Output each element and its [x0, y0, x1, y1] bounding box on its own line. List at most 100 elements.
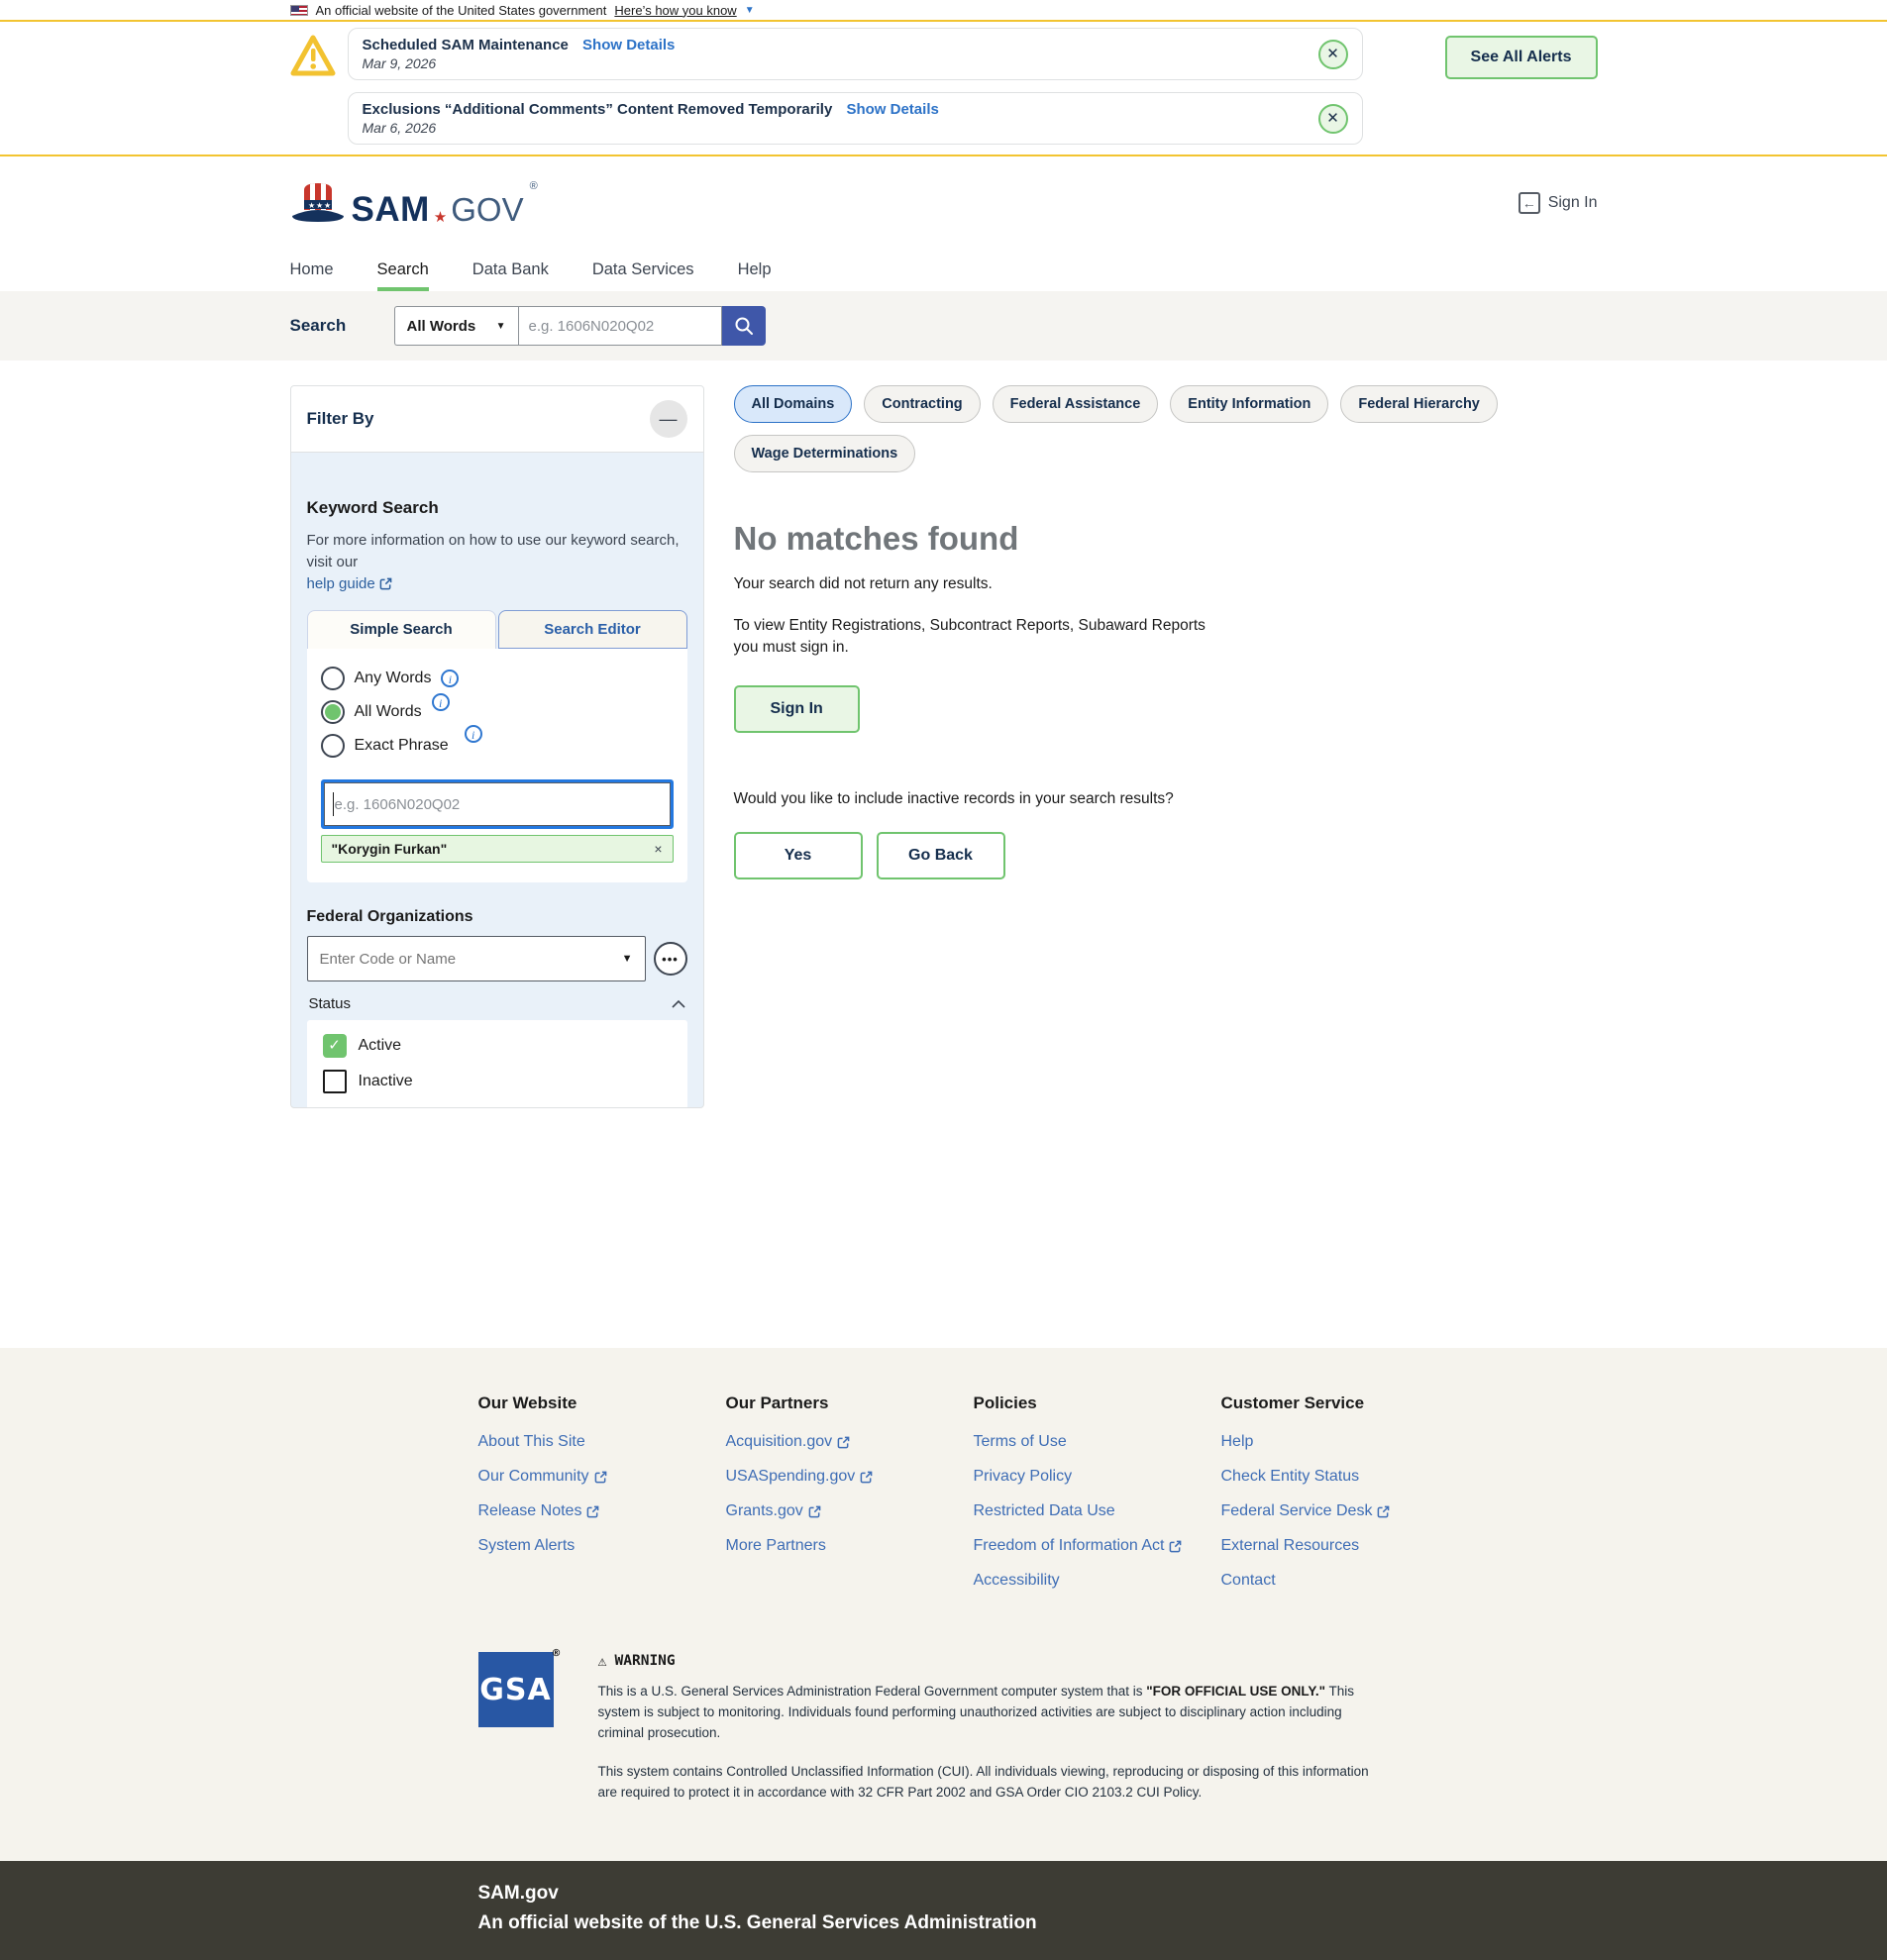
footer-link-release-notes[interactable]: Release Notes: [478, 1502, 726, 1520]
footer-col-our-partners: Our Partners Acquisition.gov USASpending…: [726, 1393, 974, 1606]
chevron-up-icon[interactable]: [672, 996, 685, 1011]
footer-link-accessibility[interactable]: Accessibility: [974, 1572, 1221, 1590]
collapse-filters-button[interactable]: —: [650, 400, 687, 438]
status-option-active[interactable]: ✓ Active: [323, 1034, 672, 1058]
footer-col-our-website: Our Website About This Site Our Communit…: [478, 1393, 726, 1606]
radio-exact-phrase[interactable]: [321, 734, 345, 758]
radio-all-words[interactable]: [321, 700, 345, 724]
footer-link-check-entity-status[interactable]: Check Entity Status: [1221, 1468, 1469, 1486]
external-link-icon: [1169, 1540, 1182, 1553]
checkbox-checked-icon[interactable]: ✓: [323, 1034, 347, 1058]
yes-button[interactable]: Yes: [734, 832, 863, 879]
footer-link-label: External Resources: [1221, 1537, 1360, 1555]
alert-date: Mar 6, 2026: [363, 120, 1318, 136]
gov-banner: An official website of the United States…: [0, 0, 1887, 22]
warning-outline-icon: ⚠: [598, 1652, 607, 1670]
go-back-button[interactable]: Go Back: [877, 832, 1005, 879]
logo-star-icon: ★: [434, 208, 447, 226]
footer-link-contact[interactable]: Contact: [1221, 1572, 1469, 1590]
no-matches-title: No matches found: [734, 520, 1598, 558]
domain-pill-federal-assistance[interactable]: Federal Assistance: [993, 385, 1159, 423]
radio-any-words[interactable]: [321, 667, 345, 690]
footer-link-more-partners[interactable]: More Partners: [726, 1537, 974, 1555]
domain-pill-all-domains[interactable]: All Domains: [734, 385, 853, 423]
footer-link-external-resources[interactable]: External Resources: [1221, 1537, 1469, 1555]
footer-link-terms-of-use[interactable]: Terms of Use: [974, 1433, 1221, 1451]
footer-link-system-alerts[interactable]: System Alerts: [478, 1537, 726, 1555]
nav-item-data-services[interactable]: Data Services: [592, 249, 694, 291]
checkbox-unchecked-icon[interactable]: [323, 1070, 347, 1093]
footer-link-label: Check Entity Status: [1221, 1468, 1360, 1486]
footer-link-federal-service-desk[interactable]: Federal Service Desk: [1221, 1502, 1469, 1520]
footer-link-restricted-data-use[interactable]: Restricted Data Use: [974, 1502, 1221, 1520]
footer-link-label: Grants.gov: [726, 1502, 803, 1520]
show-details-link[interactable]: Show Details: [846, 101, 938, 118]
domain-pill-contracting[interactable]: Contracting: [864, 385, 980, 423]
footer-link-usaspending-gov[interactable]: USASpending.gov: [726, 1468, 974, 1486]
identity-footer: SAM.gov An official website of the U.S. …: [0, 1861, 1887, 1960]
alert-card: Scheduled SAM Maintenance Show Details M…: [348, 28, 1363, 80]
how-you-know-link[interactable]: Here’s how you know: [614, 3, 736, 18]
footer-link-label: More Partners: [726, 1537, 826, 1555]
tab-search-editor[interactable]: Search Editor: [498, 610, 687, 649]
keyword-tag-label: "Korygin Furkan": [332, 841, 448, 857]
info-icon[interactable]: i: [432, 693, 450, 711]
svg-text:★: ★: [324, 201, 331, 210]
text-caret: [333, 792, 334, 816]
info-icon[interactable]: i: [441, 670, 459, 687]
search-input[interactable]: [518, 306, 722, 346]
status-option-inactive[interactable]: Inactive: [323, 1070, 672, 1093]
more-options-icon[interactable]: •••: [654, 942, 687, 976]
footer-heading: Our Website: [478, 1393, 726, 1413]
external-link-icon: [586, 1505, 599, 1518]
warning-bold-text: "FOR OFFICIAL USE ONLY.": [1146, 1684, 1325, 1699]
nav-item-home[interactable]: Home: [290, 249, 334, 291]
close-icon[interactable]: ✕: [1318, 104, 1348, 134]
footer-link-label: Restricted Data Use: [974, 1502, 1115, 1520]
search-submit-button[interactable]: [722, 306, 766, 346]
nav-item-help[interactable]: Help: [738, 249, 772, 291]
footer-link-help[interactable]: Help: [1221, 1433, 1469, 1451]
footer-link-grants-gov[interactable]: Grants.gov: [726, 1502, 974, 1520]
footer-link-our-community[interactable]: Our Community: [478, 1468, 726, 1486]
filter-by-title: Filter By: [307, 409, 374, 429]
domain-pill-entity-information[interactable]: Entity Information: [1170, 385, 1328, 423]
sam-gov-logo[interactable]: ★ ★ ★ SAM★GOV ®: [290, 180, 538, 226]
help-guide-link[interactable]: help guide: [307, 573, 392, 595]
tab-simple-search[interactable]: Simple Search: [307, 610, 496, 649]
external-link-icon: [837, 1436, 850, 1449]
sign-in-link[interactable]: ← Sign In: [1519, 192, 1598, 214]
alert-date: Mar 9, 2026: [363, 55, 1318, 71]
search-mode-select[interactable]: All Words ▼: [394, 306, 518, 346]
sign-in-button[interactable]: Sign In: [734, 685, 860, 733]
remove-tag-icon[interactable]: ×: [654, 841, 662, 857]
nav-item-search[interactable]: Search: [377, 249, 429, 291]
main-nav: Home Search Data Bank Data Services Help: [0, 249, 1887, 291]
gsa-registered-mark: ®: [552, 1648, 563, 1659]
close-icon[interactable]: ✕: [1318, 40, 1348, 69]
show-details-link[interactable]: Show Details: [582, 37, 675, 53]
federal-org-select[interactable]: Enter Code or Name ▼: [307, 936, 646, 981]
footer-link-foia[interactable]: Freedom of Information Act: [974, 1537, 1221, 1555]
footer-link-label: Help: [1221, 1433, 1254, 1451]
logo-sam-text: SAM: [352, 194, 430, 226]
site-footer: Our Website About This Site Our Communit…: [0, 1348, 1887, 1861]
logo-gov-text: GOV: [451, 195, 523, 225]
footer-link-acquisition-gov[interactable]: Acquisition.gov: [726, 1433, 974, 1451]
footer-col-customer-service: Customer Service Help Check Entity Statu…: [1221, 1393, 1469, 1606]
footer-link-privacy-policy[interactable]: Privacy Policy: [974, 1468, 1221, 1486]
main-content: Filter By — Keyword Search For more info…: [0, 361, 1887, 1348]
chevron-down-icon: ▼: [496, 321, 506, 332]
see-all-alerts-button[interactable]: See All Alerts: [1445, 36, 1598, 79]
radio-exact-phrase-label: Exact Phrase: [355, 737, 449, 755]
nav-item-data-bank[interactable]: Data Bank: [472, 249, 549, 291]
info-icon[interactable]: i: [465, 725, 482, 743]
keyword-input[interactable]: [324, 782, 671, 826]
footer-link-about-this-site[interactable]: About This Site: [478, 1433, 726, 1451]
external-link-icon: [808, 1505, 821, 1518]
domain-pill-federal-hierarchy[interactable]: Federal Hierarchy: [1340, 385, 1498, 423]
warning-title: WARNING: [615, 1653, 676, 1669]
footer-link-label: Release Notes: [478, 1502, 582, 1520]
domain-pill-wage-determinations[interactable]: Wage Determinations: [734, 435, 916, 472]
warning-triangle-icon: [290, 28, 348, 145]
